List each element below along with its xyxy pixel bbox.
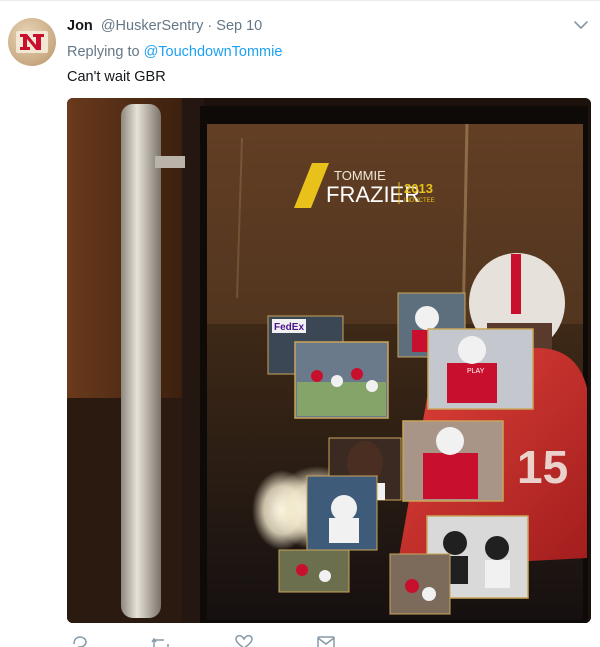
replying-to: Replying to @TouchdownTommie [67,42,282,62]
door-handle [121,104,161,618]
photo-tile-9 [389,553,451,615]
nebraska-n-logo [16,31,48,53]
tweet-photo[interactable]: TOMMIE FRAZIER 2013 INDUCTEE 15 FedEx PL… [67,98,591,623]
fedex-sign: FedEx [274,322,304,333]
plaque-year: 2013 [404,181,433,196]
separator-dot: · [207,18,213,34]
chevron-down-icon[interactable] [572,18,590,32]
photo-tile-3: PLAY [427,328,534,410]
plaque-inductee: INDUCTEE [404,198,435,204]
photo-scene: TOMMIE FRAZIER 2013 INDUCTEE 15 FedEx PL… [67,98,591,623]
tweet-text: Can't wait GBR [67,69,166,85]
user-handle[interactable]: @HuskerSentry [101,18,204,34]
photo-tile-7 [278,549,350,593]
helmet-play-text: PLAY [467,368,485,375]
tweet-header: Jon @HuskerSentry · Sep 10 [67,16,262,36]
plaque-first-name: TOMMIE [334,168,386,183]
photo-tile-6 [306,475,378,551]
tweet: Jon @HuskerSentry · Sep 10 Replying to @… [0,0,600,647]
replying-to-mention[interactable]: @TouchdownTommie [144,44,283,60]
photo-tile-1 [294,341,389,419]
replying-prefix: Replying to [67,44,140,60]
tweet-actions [67,635,367,647]
display-name[interactable]: Jon [67,18,93,34]
retweet-icon[interactable] [151,635,171,647]
photo-tile-5 [402,420,504,502]
tweet-date[interactable]: Sep 10 [216,18,262,34]
like-icon[interactable] [235,635,255,647]
jersey-number: 15 [517,441,568,493]
avatar[interactable] [8,18,56,66]
reply-icon[interactable] [71,635,91,647]
message-icon[interactable] [317,635,337,647]
